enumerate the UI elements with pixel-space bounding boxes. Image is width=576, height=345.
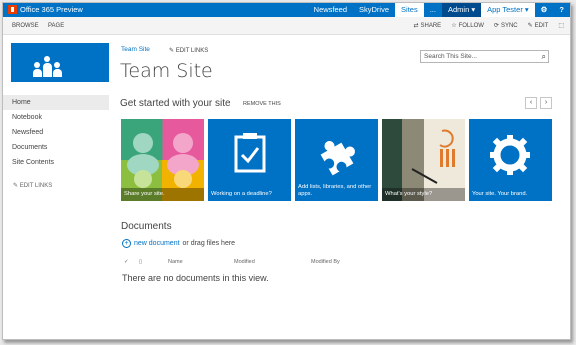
office-icon <box>8 5 17 14</box>
suite-nav: Newsfeed SkyDrive Sites ... Admin ▾ App … <box>308 3 570 17</box>
search-icon[interactable]: ⌕ <box>542 52 546 62</box>
nav-item-newsfeed[interactable]: Newsfeed <box>3 125 109 140</box>
tile-caption: Add lists, libraries, and other apps. <box>298 184 372 197</box>
doc-type-icon: ▯ <box>139 259 143 265</box>
tile-caption: Share your site. <box>121 188 204 201</box>
nav-item-notebook[interactable]: Notebook <box>3 110 109 125</box>
site-logo[interactable] <box>11 43 109 82</box>
nav-skydrive[interactable]: SkyDrive <box>353 3 395 17</box>
browser-frame: Office 365 Preview Newsfeed SkyDrive Sit… <box>2 2 571 340</box>
tile-caption: What's your style? <box>382 188 465 201</box>
tile-brand[interactable]: Your site. Your brand. <box>469 119 552 201</box>
gear-icon[interactable]: ⚙ <box>535 3 554 17</box>
next-arrow-icon[interactable]: › <box>540 97 552 109</box>
drag-files-text: or drag files here <box>182 240 236 247</box>
get-started-tiles: Share your site. Working on a deadline? … <box>121 119 552 201</box>
ribbon-actions: ⇄ SHARE ☆ FOLLOW ⟳ SYNC ✎ EDIT ⬚ <box>413 22 564 30</box>
column-modified-by[interactable]: Modified By <box>311 259 340 265</box>
user-menu[interactable]: App Tester ▾ <box>481 3 535 17</box>
share-label: SHARE <box>420 22 442 29</box>
nav-item-home[interactable]: Home <box>3 95 109 110</box>
edit-label: EDIT <box>534 22 549 29</box>
edit-links-left[interactable]: ✎ EDIT LINKS <box>13 182 52 189</box>
nav-newsfeed[interactable]: Newsfeed <box>308 3 353 17</box>
share-button[interactable]: ⇄ SHARE <box>413 22 442 30</box>
checkmark-icon[interactable]: ✓ <box>124 259 129 265</box>
prev-arrow-icon[interactable]: ‹ <box>525 97 537 109</box>
tile-caption: Working on a deadline? <box>211 191 272 197</box>
edit-links-label: EDIT LINKS <box>175 48 209 54</box>
get-started-title: Get started with your site <box>120 98 231 109</box>
follow-button[interactable]: ☆ FOLLOW <box>451 22 484 30</box>
new-document-link[interactable]: new document <box>134 240 180 247</box>
ribbon-bar: BROWSE PAGE ⇄ SHARE ☆ FOLLOW ⟳ SYNC ✎ EDIT ⬚ <box>3 17 570 35</box>
remove-this-link[interactable]: REMOVE THIS <box>243 101 281 107</box>
nav-admin[interactable]: Admin ▾ <box>441 3 482 17</box>
nav-sites[interactable]: Sites <box>395 3 424 17</box>
tile-share[interactable]: Share your site. <box>121 119 204 201</box>
new-document-row: + new document or drag files here <box>122 239 235 248</box>
pencil-icon: ✎ <box>527 23 533 29</box>
focus-icon[interactable]: ⬚ <box>558 22 564 29</box>
tile-caption: Your site. Your brand. <box>472 191 528 197</box>
breadcrumb[interactable]: Team Site <box>121 46 150 53</box>
tile-arrows: ‹ › <box>525 97 552 109</box>
column-name[interactable]: Name <box>168 259 183 265</box>
plus-icon[interactable]: + <box>122 239 131 248</box>
documents-title[interactable]: Documents <box>121 221 172 232</box>
edit-links-top[interactable]: ✎ EDIT LINKS <box>169 47 208 54</box>
brand-label: Office 365 Preview <box>20 5 83 14</box>
tile-add-apps[interactable]: Add lists, libraries, and other apps. <box>295 119 378 201</box>
sync-icon: ⟳ <box>493 23 499 29</box>
search-input[interactable]: Search This Site... ⌕ <box>420 50 549 63</box>
page-title: Team Site <box>120 60 213 82</box>
tile-style[interactable]: What's your style? <box>382 119 465 201</box>
tile-deadline[interactable]: Working on a deadline? <box>208 119 291 201</box>
nav-item-site-contents[interactable]: Site Contents <box>3 155 109 170</box>
edit-links-left-label: EDIT LINKS <box>19 183 53 189</box>
suite-bar: Office 365 Preview Newsfeed SkyDrive Sit… <box>3 3 570 17</box>
edit-button[interactable]: ✎ EDIT <box>527 22 549 30</box>
tab-page[interactable]: PAGE <box>48 23 64 29</box>
nav-more[interactable]: ... <box>424 3 442 17</box>
sync-button[interactable]: ⟳ SYNC <box>493 22 518 30</box>
pencil-icon: ✎ <box>13 183 20 189</box>
quick-launch: Home Notebook Newsfeed Documents Site Co… <box>3 95 109 170</box>
star-icon: ☆ <box>451 23 457 29</box>
follow-label: FOLLOW <box>458 22 484 29</box>
pencil-icon: ✎ <box>169 48 176 54</box>
nav-item-documents[interactable]: Documents <box>3 140 109 155</box>
tab-browse[interactable]: BROWSE <box>12 23 39 29</box>
empty-view-message: There are no documents in this view. <box>122 273 269 283</box>
sync-label: SYNC <box>500 22 518 29</box>
column-modified[interactable]: Modified <box>234 259 255 265</box>
help-icon[interactable]: ? <box>553 3 570 17</box>
office-logo[interactable]: Office 365 Preview <box>8 5 83 14</box>
share-icon: ⇄ <box>413 23 419 29</box>
search-placeholder: Search This Site... <box>424 53 477 60</box>
